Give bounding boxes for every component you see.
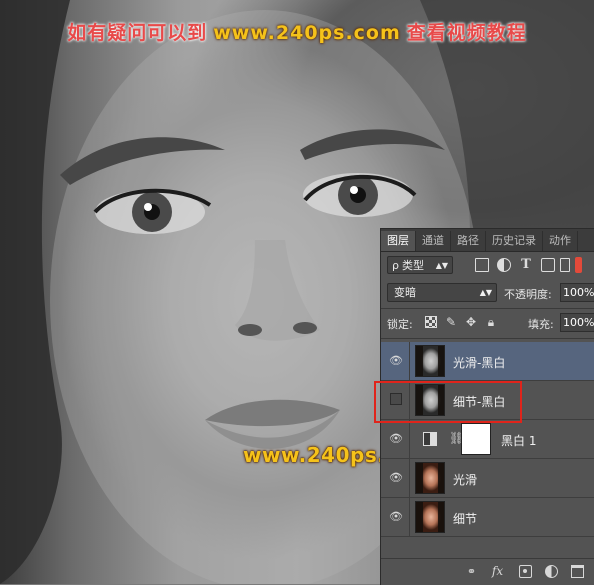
watermark-right-text: 查看视频教程 (406, 22, 527, 44)
fill-label: 填充: (528, 318, 554, 331)
tab-actions[interactable]: 动作 (543, 231, 578, 251)
tab-history[interactable]: 历史记录 (486, 231, 543, 251)
layer-row[interactable]: 👁︎ 光滑-黑白 (381, 342, 594, 381)
layer-name: 光滑 (453, 473, 478, 487)
filter-toggle[interactable] (575, 257, 582, 273)
up-down-arrow-icon: ▲▼ (435, 261, 448, 270)
fx-icon[interactable]: fx (491, 565, 504, 578)
layer-thumbnail (415, 462, 445, 494)
layer-name: 细节 (453, 512, 478, 526)
blend-mode-select[interactable]: 变暗 ▲▼ (387, 283, 497, 302)
divider (381, 308, 594, 309)
eye-icon[interactable]: 👁︎ (389, 472, 403, 484)
fill-input[interactable]: 100% (560, 313, 594, 332)
adjustment-filter-icon[interactable] (497, 258, 511, 272)
layer-thumbnail (415, 501, 445, 533)
panel-tabs: 图层 通道 路径 历史记录 动作 (381, 229, 594, 252)
eye-icon[interactable]: 👁︎ (389, 433, 403, 445)
layers-list: 👁︎ 光滑-黑白 细节-黑白 👁︎ ⛓︎ 黑白 1 👁︎ 光滑 👁︎ 细节 (381, 342, 594, 537)
smart-object-filter-icon[interactable] (560, 258, 570, 272)
tab-paths[interactable]: 路径 (451, 231, 486, 251)
divider (409, 342, 410, 380)
lock-row: 锁定: ✎ ✥ 🔒︎ 填充: 100% (381, 311, 594, 335)
layer-row[interactable]: 👁︎ 光滑 (381, 459, 594, 498)
highlight-box (374, 381, 522, 423)
blend-row: 变暗 ▲▼ 不透明度: 100% (381, 281, 594, 305)
eye-icon[interactable]: 👁︎ (389, 511, 403, 523)
pixel-filter-icon[interactable] (475, 258, 489, 272)
opacity-label: 不透明度: (504, 288, 552, 301)
mask-icon[interactable] (519, 565, 532, 578)
divider (409, 420, 410, 458)
layer-thumbnail (415, 345, 445, 377)
layer-name: 黑白 1 (501, 434, 537, 448)
layers-bottom-toolbar: ⚭ fx (381, 558, 594, 585)
layer-name: 光滑-黑白 (453, 356, 506, 370)
tab-layers[interactable]: 图层 (381, 231, 416, 251)
shape-filter-icon[interactable] (541, 258, 555, 272)
lock-all-icon[interactable]: 🔒︎ (485, 316, 497, 328)
filter-row: ρ 类型 ▲▼ T (381, 254, 594, 278)
type-filter-icon[interactable]: T (519, 258, 533, 272)
opacity-input[interactable]: 100% (560, 283, 594, 302)
divider (381, 338, 594, 339)
up-down-arrow-icon: ▲▼ (479, 288, 492, 297)
folder-icon[interactable] (571, 565, 584, 578)
blend-mode-value: 变暗 (394, 286, 416, 299)
top-watermark: 如有疑问可以到 www.240ps.com 查看视频教程 (0, 18, 594, 45)
lock-move-icon[interactable]: ✥ (465, 316, 477, 328)
divider (409, 459, 410, 497)
layer-filter-select[interactable]: ρ 类型 ▲▼ (387, 256, 453, 274)
eye-icon[interactable]: 👁︎ (389, 355, 403, 367)
layer-row[interactable]: 👁︎ ⛓︎ 黑白 1 (381, 420, 594, 459)
link-icon[interactable]: ⚭ (465, 565, 478, 578)
watermark-left-text: 如有疑问可以到 (67, 22, 208, 44)
lock-label: 锁定: (387, 318, 413, 331)
layer-row[interactable]: 👁︎ 细节 (381, 498, 594, 537)
black-white-adjustment-icon (423, 432, 437, 446)
lock-brush-icon[interactable]: ✎ (445, 316, 457, 328)
lock-transparency-icon[interactable] (425, 316, 437, 328)
divider (409, 498, 410, 536)
adjustment-icon[interactable] (545, 565, 558, 578)
watermark-url: www.240ps.com (213, 22, 401, 44)
filter-value: 类型 (401, 259, 424, 272)
search-icon: ρ (392, 259, 399, 272)
layer-mask-thumbnail[interactable] (461, 423, 491, 455)
tab-channels[interactable]: 通道 (416, 231, 451, 251)
